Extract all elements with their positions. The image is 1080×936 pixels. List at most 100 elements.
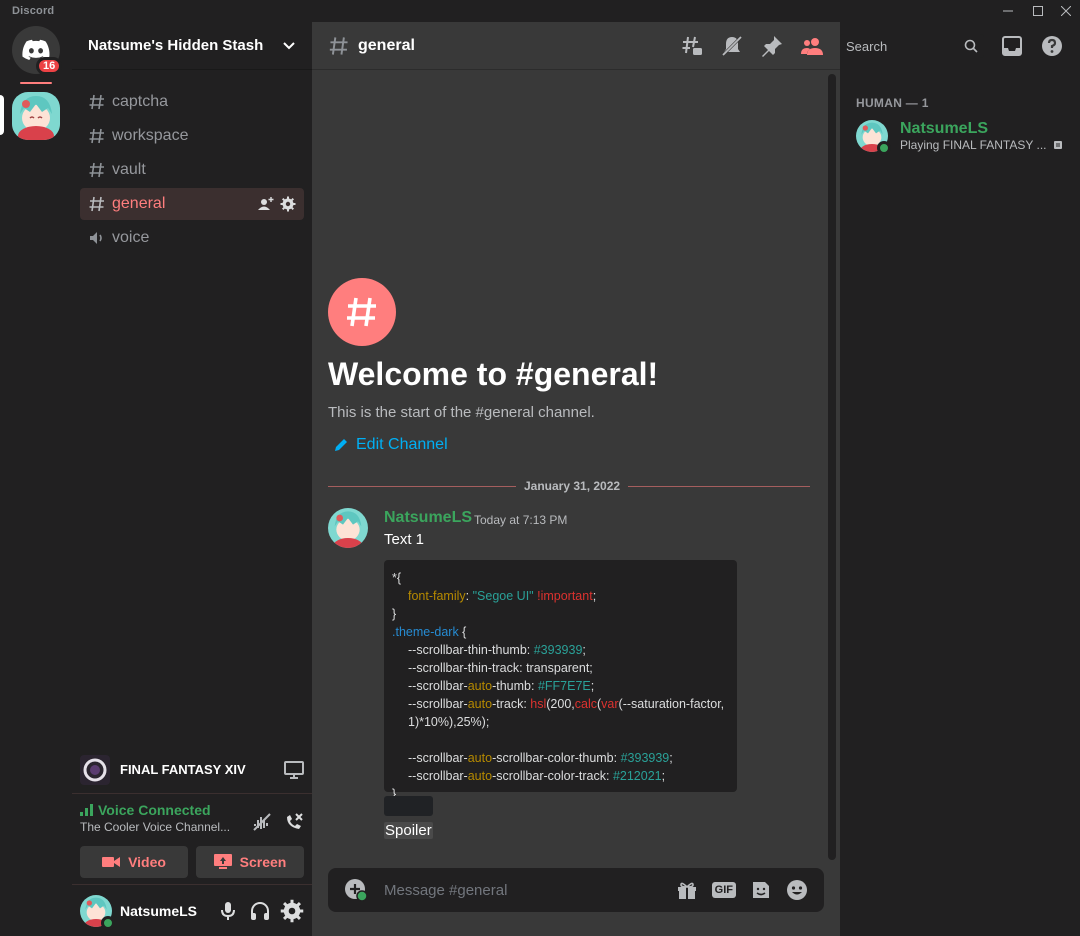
chevron-down-icon (283, 41, 295, 49)
minimize-icon[interactable] (994, 0, 1022, 22)
code-block: *{ font-family: "Segoe UI" !important; }… (384, 560, 737, 801)
pencil-icon (335, 439, 347, 451)
settings-gear-icon[interactable] (280, 899, 304, 923)
header-right-tools (1000, 22, 1064, 70)
user-avatar[interactable] (80, 894, 115, 930)
video-button[interactable]: Video (80, 846, 188, 878)
code-line: --scrollbar-auto-scrollbar-color-thumb: … (408, 751, 673, 765)
mute-bell-icon[interactable] (720, 34, 744, 58)
screen-label: Screen (239, 854, 287, 870)
hash-locked-icon (88, 161, 112, 179)
server-name: Natsume's Hidden Stash (88, 37, 264, 54)
code-line: --scrollbar-auto-track: hsl(200,calc(var… (408, 697, 725, 729)
voice-channel-name[interactable]: The Cooler Voice Channel... (80, 820, 252, 834)
gif-icon[interactable]: GIF (711, 882, 736, 898)
channel-label: captcha (112, 93, 169, 110)
noise-suppression-icon[interactable] (252, 812, 272, 832)
pin-icon[interactable] (760, 34, 784, 58)
member-activity-text: Playing FINAL FANTASY ... (900, 138, 1047, 152)
code-line: --scrollbar-thin-thumb: #393939; (408, 643, 586, 657)
channel-item-voice[interactable]: voice (80, 222, 304, 254)
notification-badge: 16 (36, 57, 63, 75)
code-line: --scrollbar-auto-scrollbar-color-track: … (408, 769, 666, 783)
member-activity: Playing FINAL FANTASY ... (900, 138, 1064, 152)
hash-locked-icon (88, 127, 112, 145)
code-line: --scrollbar-thin-track: transparent; (408, 661, 593, 675)
screen-icon (213, 854, 232, 869)
spoiler-text[interactable]: Spoiler (384, 822, 433, 839)
hash-icon (328, 35, 350, 57)
rail-separator (20, 82, 52, 84)
emoji-icon[interactable] (786, 879, 808, 901)
channel-item-workspace[interactable]: workspace (80, 120, 304, 152)
user-panel: NatsumeLS (72, 884, 312, 936)
gift-icon[interactable] (676, 879, 698, 901)
message-author[interactable]: NatsumeLS (384, 509, 472, 527)
inbox-icon[interactable] (1000, 34, 1024, 58)
microphone-icon[interactable] (216, 899, 240, 923)
member-item[interactable]: NatsumeLS Playing FINAL FANTASY ... (848, 114, 1072, 158)
server-header[interactable]: Natsume's Hidden Stash (72, 22, 312, 70)
app-title: Discord (12, 5, 55, 17)
welcome-subtitle: This is the start of the #general channe… (328, 404, 595, 421)
main-chat: general Welcome to #general! This is the… (312, 22, 840, 936)
message-avatar[interactable] (328, 508, 368, 548)
search-icon (964, 39, 978, 53)
invite-icon[interactable] (258, 196, 274, 212)
close-icon[interactable] (1052, 0, 1080, 22)
selected-server-pill (0, 95, 4, 135)
screen-share-icon[interactable] (284, 760, 304, 779)
username: NatsumeLS (120, 902, 198, 919)
channel-list: captcha workspace vault general voice (72, 70, 312, 254)
member-name: NatsumeLS (900, 120, 989, 137)
video-label: Video (128, 854, 166, 870)
channel-label: workspace (112, 127, 189, 144)
welcome-title: Welcome to #general! (328, 356, 659, 392)
member-list-icon[interactable] (800, 34, 824, 58)
code-line: .theme-dark { (392, 625, 467, 639)
add-attachment-icon[interactable] (344, 878, 368, 902)
member-list: HUMAN — 1 NatsumeLS Playing FINAL FANTAS… (840, 70, 1080, 936)
camera-icon (102, 857, 121, 867)
game-name: FINAL FANTASY XIV (120, 762, 246, 777)
screen-button[interactable]: Screen (196, 846, 304, 878)
voice-status-text: Voice Connected (98, 802, 211, 818)
channel-item-vault[interactable]: vault (80, 154, 304, 186)
online-status-dot (877, 141, 891, 155)
member-avatar (856, 120, 891, 155)
role-heading: HUMAN — 1 (856, 96, 929, 110)
signal-icon (80, 804, 93, 816)
hash-icon (88, 195, 112, 213)
channel-hash-icon (328, 278, 396, 346)
channel-label: vault (112, 161, 146, 178)
message-input[interactable]: Message #general (384, 882, 676, 899)
code-line: } (392, 787, 397, 801)
headphones-icon[interactable] (248, 899, 272, 923)
server-icon-natsume[interactable] (12, 92, 60, 140)
channel-label: voice (112, 229, 150, 246)
channel-item-general[interactable]: general (80, 188, 304, 220)
hash-icon (88, 93, 112, 111)
voice-status[interactable]: Voice Connected (80, 802, 252, 818)
code-line: *{ (392, 571, 402, 585)
code-line: --scrollbar-auto-thumb: #FF7E7E; (408, 679, 595, 693)
online-status-dot (101, 915, 115, 930)
channel-label: general (112, 195, 166, 212)
voice-panel: Voice Connected The Cooler Voice Channel… (72, 794, 312, 884)
code-line: } (392, 607, 397, 621)
scrollbar[interactable] (828, 74, 836, 860)
channel-item-captcha[interactable]: captcha (80, 86, 304, 118)
sticker-icon[interactable] (750, 879, 772, 901)
code-line: font-family: "Segoe UI" !important; (408, 589, 597, 603)
date-divider-label: January 31, 2022 (516, 479, 629, 493)
threads-icon[interactable] (680, 34, 704, 58)
search-input[interactable]: Search (840, 34, 984, 58)
gear-icon[interactable] (280, 196, 296, 212)
help-icon[interactable] (1040, 34, 1064, 58)
speaker-locked-icon (88, 229, 112, 247)
maximize-icon[interactable] (1024, 0, 1052, 22)
message-area[interactable]: Welcome to #general! This is the start o… (312, 70, 840, 860)
edit-channel-link[interactable]: Edit Channel (334, 436, 448, 454)
spoiler-hidden[interactable] (384, 796, 433, 816)
disconnect-icon[interactable] (284, 812, 304, 832)
